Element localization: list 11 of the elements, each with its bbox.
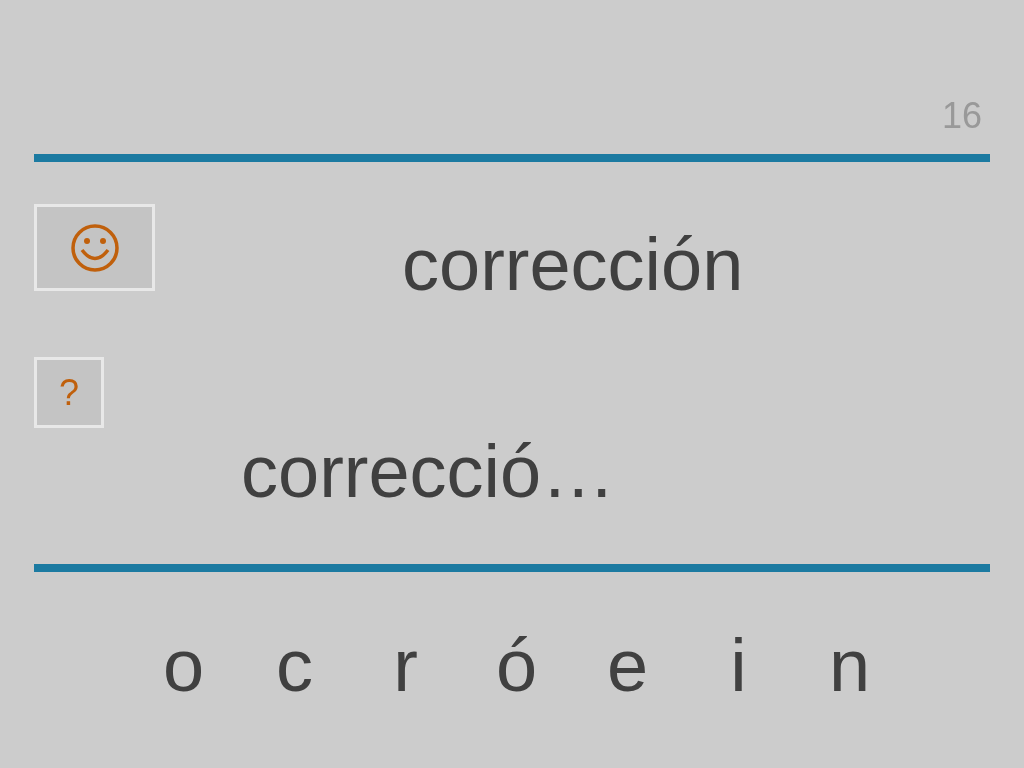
letter-tile[interactable]: c bbox=[239, 621, 350, 711]
smiley-button[interactable] bbox=[34, 204, 155, 291]
letter-tile[interactable]: e bbox=[572, 621, 683, 711]
smiley-icon bbox=[69, 222, 120, 273]
letter-tile[interactable]: r bbox=[350, 621, 461, 711]
letter-tile[interactable]: n bbox=[794, 621, 905, 711]
letter-tile[interactable]: ó bbox=[461, 621, 572, 711]
letter-tile[interactable]: i bbox=[683, 621, 794, 711]
answer-text: correcció… bbox=[241, 429, 617, 515]
letter-tile[interactable]: o bbox=[128, 621, 239, 711]
target-word: corrección bbox=[402, 222, 744, 308]
